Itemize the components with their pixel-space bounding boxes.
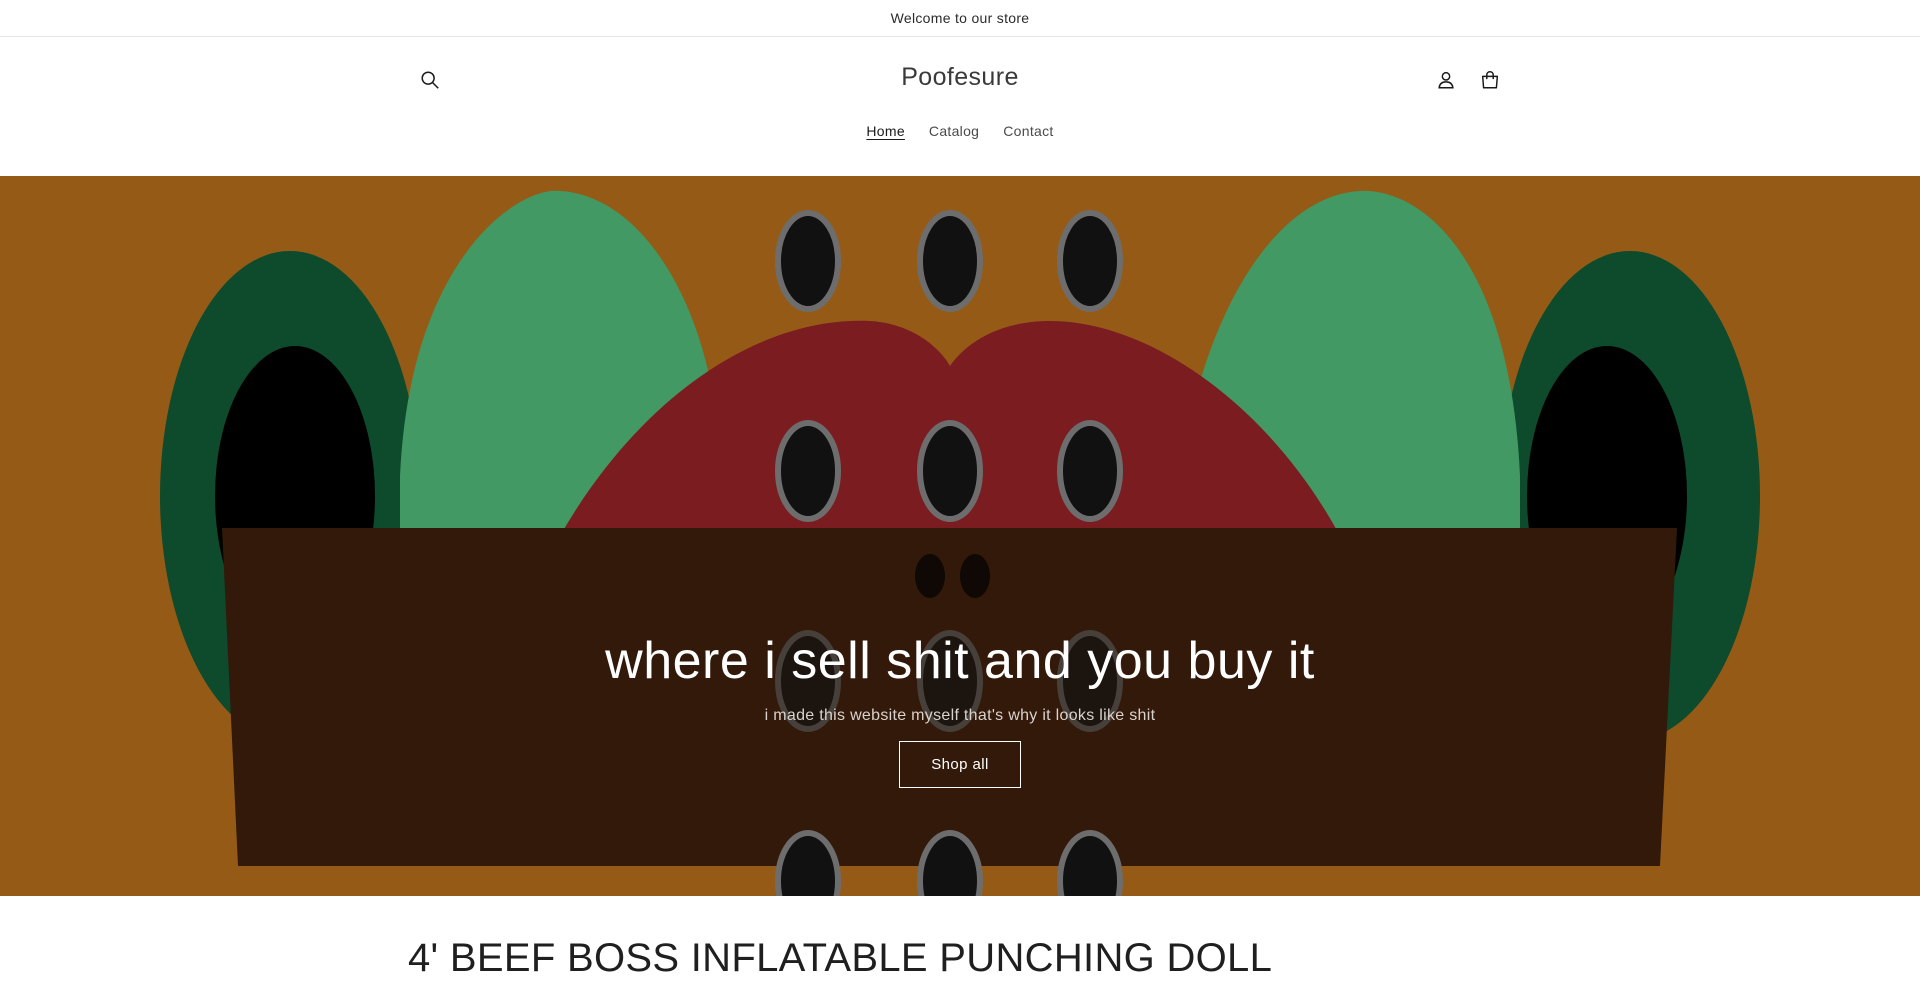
hero-image xyxy=(0,176,1920,896)
cart-icon xyxy=(1481,71,1499,89)
product-title[interactable]: 4' BEEF BOSS INFLATABLE PUNCHING DOLL xyxy=(408,936,1272,981)
nav-catalog[interactable]: Catalog xyxy=(929,123,979,139)
hero-banner: where i sell shit and you buy it i made … xyxy=(0,176,1920,896)
cart-button[interactable] xyxy=(1468,58,1512,102)
brand: Poofesure xyxy=(408,63,1512,92)
featured-product: 4' BEEF BOSS INFLATABLE PUNCHING DOLL xyxy=(0,896,1920,993)
brand-name[interactable]: Poofesure xyxy=(901,63,1019,91)
shop-all-button[interactable]: Shop all xyxy=(899,741,1021,788)
hero-subtitle: i made this website myself that's why it… xyxy=(764,707,1156,724)
nav-home[interactable]: Home xyxy=(866,123,905,139)
account-icon xyxy=(1438,71,1454,89)
nav-contact[interactable]: Contact xyxy=(1003,123,1053,139)
header-inner: Poofesure Home Catalog Contact xyxy=(408,37,1512,176)
site-header: Poofesure Home Catalog Contact xyxy=(0,37,1920,176)
announcement-text: Welcome to our store xyxy=(890,10,1030,26)
account-button[interactable] xyxy=(1424,58,1468,102)
announcement-bar: Welcome to our store xyxy=(0,0,1920,37)
hero-title: where i sell shit and you buy it xyxy=(605,632,1315,690)
hero-content: where i sell shit and you buy it i made … xyxy=(0,631,1920,788)
main-nav: Home Catalog Contact xyxy=(408,123,1512,139)
